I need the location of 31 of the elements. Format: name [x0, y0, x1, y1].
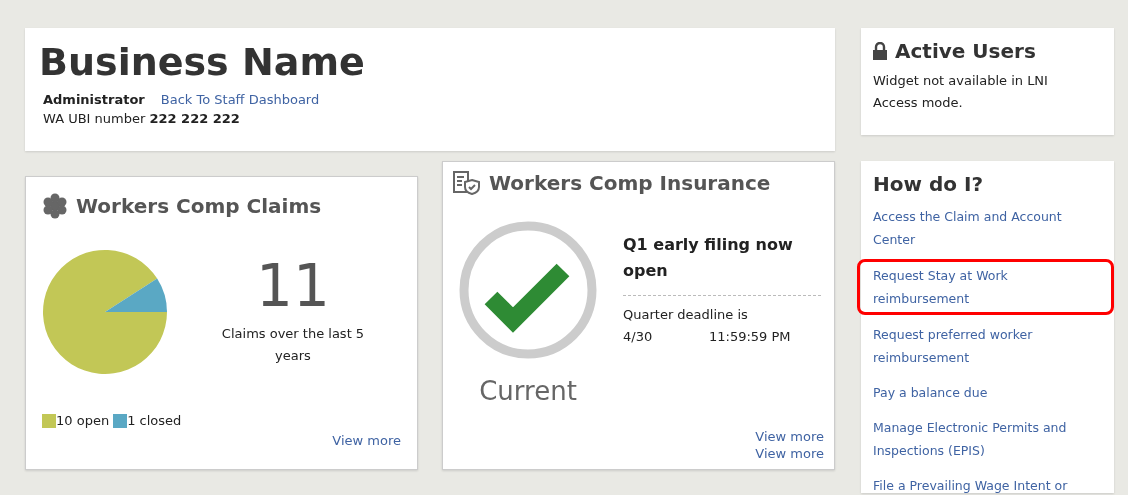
help-link[interactable]: Request preferred worker reimbursement — [873, 323, 1102, 369]
lock-icon — [873, 42, 887, 60]
filing-notice: Q1 early filing now open — [623, 232, 821, 296]
asterisk-icon — [42, 193, 68, 219]
claims-caption: Claims over the last 5 years — [220, 324, 366, 365]
document-shield-icon — [453, 171, 481, 195]
ubi-number-text: WA UBI number 222 222 222 — [43, 110, 241, 129]
back-to-dashboard-link[interactable]: Back To Staff Dashboard — [160, 89, 320, 110]
view-more-link[interactable]: View more — [332, 432, 401, 448]
legend-label: 1 closed — [127, 412, 182, 430]
active-users-title: Active Users — [895, 38, 1036, 65]
status-label: Current — [478, 375, 578, 408]
deadline-time: 11:59:59 PM — [709, 327, 791, 346]
how-do-i-title: How do I? — [873, 171, 984, 198]
help-link[interactable]: File a Prevailing Wage Intent or — [873, 474, 1102, 495]
widget-message: Widget not available in LNI Access mode. — [873, 72, 1049, 113]
legend-label: 10 open — [56, 412, 110, 430]
help-link[interactable]: Request Stay at Work reimbursement — [857, 259, 1114, 315]
view-more-link[interactable]: View more — [755, 445, 824, 463]
business-name: Business Name — [39, 40, 366, 86]
insurance-title: Workers Comp Insurance — [489, 170, 771, 197]
claims-count: 11 — [255, 256, 331, 315]
help-link[interactable]: Pay a balance due — [873, 381, 1102, 404]
deadline-date: 4/30 — [623, 327, 654, 346]
help-link[interactable]: Access the Claim and Account Center — [873, 205, 1102, 251]
claims-title: Workers Comp Claims — [76, 193, 322, 220]
deadline-label: Quarter deadline is — [623, 305, 749, 324]
view-more-link[interactable]: View more — [755, 427, 824, 446]
role-label: Administrator — [43, 90, 145, 109]
help-link[interactable]: Manage Electronic Permits and Inspections (EPIS) — [873, 416, 1102, 462]
checkmark-circle-icon — [458, 220, 598, 360]
